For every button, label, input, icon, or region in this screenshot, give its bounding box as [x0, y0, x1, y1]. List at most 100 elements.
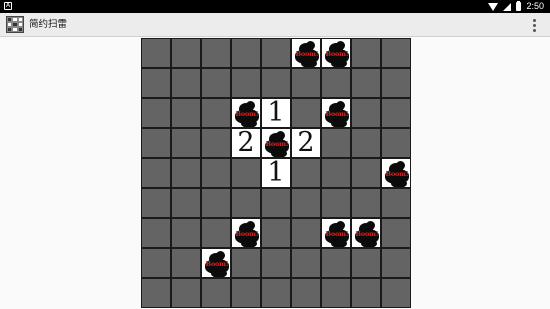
- covered-cell[interactable]: [141, 68, 171, 98]
- covered-cell[interactable]: [261, 248, 291, 278]
- covered-cell[interactable]: [141, 188, 171, 218]
- covered-cell[interactable]: [171, 188, 201, 218]
- covered-cell[interactable]: [381, 188, 411, 218]
- bomb-label: Boom!: [385, 170, 409, 178]
- covered-cell[interactable]: [381, 128, 411, 158]
- covered-cell[interactable]: [351, 38, 381, 68]
- covered-cell[interactable]: [231, 278, 261, 308]
- covered-cell[interactable]: [321, 158, 351, 188]
- covered-cell[interactable]: [351, 98, 381, 128]
- covered-cell[interactable]: [231, 38, 261, 68]
- overflow-menu-icon[interactable]: [533, 19, 536, 32]
- mine-cell[interactable]: Boom!: [231, 98, 261, 128]
- covered-cell[interactable]: [201, 98, 231, 128]
- covered-cell[interactable]: [171, 218, 201, 248]
- covered-cell[interactable]: [171, 278, 201, 308]
- covered-cell[interactable]: [381, 278, 411, 308]
- signal-icon: [503, 2, 512, 11]
- covered-cell[interactable]: [141, 38, 171, 68]
- covered-cell[interactable]: [351, 128, 381, 158]
- covered-cell[interactable]: [291, 188, 321, 218]
- covered-cell[interactable]: [321, 128, 351, 158]
- covered-cell[interactable]: [381, 248, 411, 278]
- bomb-label: Boom!: [295, 50, 319, 58]
- number-cell[interactable]: 1: [261, 158, 291, 188]
- bomb-label: Boom!: [265, 140, 289, 148]
- bomb-icon: Boom!: [322, 219, 350, 247]
- covered-cell[interactable]: [201, 218, 231, 248]
- status-icons: 2:50: [488, 0, 544, 13]
- covered-cell[interactable]: [321, 248, 351, 278]
- bomb-label: Boom!: [235, 110, 259, 118]
- covered-cell[interactable]: [291, 98, 321, 128]
- covered-cell[interactable]: [201, 38, 231, 68]
- covered-cell[interactable]: [381, 68, 411, 98]
- covered-cell[interactable]: [351, 248, 381, 278]
- covered-cell[interactable]: [231, 158, 261, 188]
- number-cell[interactable]: 1: [261, 98, 291, 128]
- number-cell[interactable]: 2: [231, 128, 261, 158]
- number-cell[interactable]: 2: [291, 128, 321, 158]
- bomb-label: Boom!: [355, 230, 379, 238]
- covered-cell[interactable]: [291, 68, 321, 98]
- covered-cell[interactable]: [201, 128, 231, 158]
- mine-cell[interactable]: Boom!: [231, 218, 261, 248]
- covered-cell[interactable]: [291, 278, 321, 308]
- covered-cell[interactable]: [291, 248, 321, 278]
- app-title: 简约扫雷: [29, 19, 68, 30]
- mine-cell[interactable]: Boom!: [351, 218, 381, 248]
- covered-cell[interactable]: [141, 128, 171, 158]
- covered-cell[interactable]: [261, 38, 291, 68]
- covered-cell[interactable]: [351, 278, 381, 308]
- covered-cell[interactable]: [171, 38, 201, 68]
- covered-cell[interactable]: [171, 248, 201, 278]
- covered-cell[interactable]: [141, 98, 171, 128]
- covered-cell[interactable]: [351, 158, 381, 188]
- cell-number: 1: [267, 98, 285, 128]
- covered-cell[interactable]: [381, 38, 411, 68]
- bomb-icon: Boom!: [382, 159, 410, 187]
- covered-cell[interactable]: [201, 278, 231, 308]
- covered-cell[interactable]: [171, 158, 201, 188]
- mine-cell[interactable]: Boom!: [321, 218, 351, 248]
- mine-cell[interactable]: Boom!: [201, 248, 231, 278]
- bomb-icon: Boom!: [322, 39, 350, 67]
- covered-cell[interactable]: [141, 248, 171, 278]
- mine-cell[interactable]: Boom!: [381, 158, 411, 188]
- covered-cell[interactable]: [171, 128, 201, 158]
- mine-cell[interactable]: Boom!: [261, 128, 291, 158]
- covered-cell[interactable]: [351, 68, 381, 98]
- mine-cell[interactable]: Boom!: [321, 38, 351, 68]
- covered-cell[interactable]: [261, 68, 291, 98]
- covered-cell[interactable]: [141, 278, 171, 308]
- covered-cell[interactable]: [261, 218, 291, 248]
- covered-cell[interactable]: [231, 188, 261, 218]
- covered-cell[interactable]: [201, 188, 231, 218]
- covered-cell[interactable]: [231, 68, 261, 98]
- covered-cell[interactable]: [291, 158, 321, 188]
- covered-cell[interactable]: [201, 68, 231, 98]
- mine-cell[interactable]: Boom!: [291, 38, 321, 68]
- bomb-icon: Boom!: [232, 99, 260, 127]
- covered-cell[interactable]: [261, 278, 291, 308]
- covered-cell[interactable]: [321, 68, 351, 98]
- covered-cell[interactable]: [351, 188, 381, 218]
- covered-cell[interactable]: [141, 158, 171, 188]
- bomb-icon: Boom!: [232, 219, 260, 247]
- covered-cell[interactable]: [381, 218, 411, 248]
- covered-cell[interactable]: [141, 218, 171, 248]
- cell-number: 1: [267, 158, 285, 188]
- cell-number: 2: [297, 128, 315, 158]
- covered-cell[interactable]: [321, 188, 351, 218]
- mine-cell[interactable]: Boom!: [321, 98, 351, 128]
- covered-cell[interactable]: [171, 98, 201, 128]
- covered-cell[interactable]: [321, 278, 351, 308]
- bomb-label: Boom!: [205, 260, 229, 268]
- covered-cell[interactable]: [231, 248, 261, 278]
- cell-number: 2: [237, 128, 255, 158]
- covered-cell[interactable]: [291, 218, 321, 248]
- covered-cell[interactable]: [381, 98, 411, 128]
- covered-cell[interactable]: [261, 188, 291, 218]
- covered-cell[interactable]: [171, 68, 201, 98]
- covered-cell[interactable]: [201, 158, 231, 188]
